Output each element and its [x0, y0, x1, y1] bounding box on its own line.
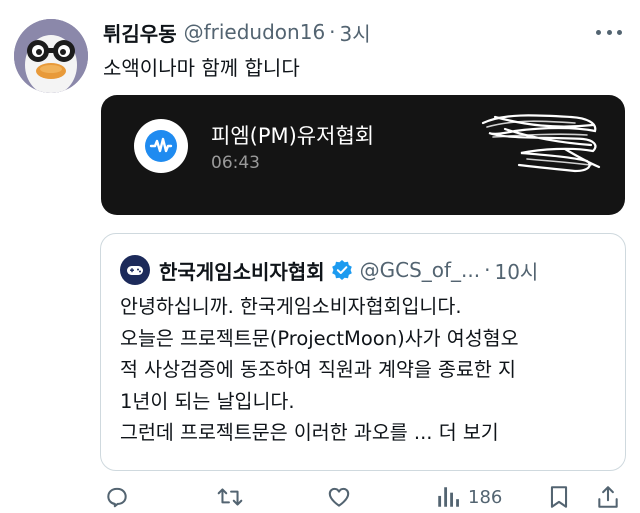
quoted-tweet-header: 한국게임소비자협회 @GCS_of_... · 10시: [159, 254, 538, 286]
more-options-icon[interactable]: [596, 22, 622, 42]
retweet-button[interactable]: [216, 484, 244, 510]
author-display-name[interactable]: 튀김우동: [103, 18, 177, 47]
notification-screenshot[interactable]: 피엠(PM)유저협회 06:43: [101, 95, 625, 215]
quoted-tweet-timestamp[interactable]: 10시: [494, 256, 538, 285]
quoted-author-handle[interactable]: @GCS_of_...: [360, 258, 481, 282]
tweet-timestamp[interactable]: 3시: [340, 18, 371, 47]
like-button[interactable]: [326, 484, 352, 510]
gamepad-logo-icon: [127, 266, 143, 275]
reply-icon: [107, 487, 127, 508]
quoted-text-line: 그런데 프로젝트문은 이러한 과오를: [120, 421, 408, 444]
author-handle[interactable]: @friedudon16: [184, 20, 326, 44]
app-icon: [134, 119, 188, 173]
tweet-header: 튀김우동 @friedudon16 · 3시: [103, 17, 371, 47]
tweet-text: 소액이나마 함께 합니다: [103, 56, 300, 80]
quoted-text-line: 오늘은 프로젝트문(ProjectMoon)사가 여성혐오: [120, 326, 519, 350]
quoted-tweet[interactable]: 한국게임소비자협회 @GCS_of_... · 10시 안녕하십니까. 한국게임…: [100, 233, 626, 471]
share-button[interactable]: [596, 484, 620, 510]
quoted-author-name[interactable]: 한국게임소비자협회: [159, 256, 325, 285]
bookmark-button[interactable]: [548, 484, 570, 510]
quoted-header-separator: ·: [484, 258, 491, 282]
share-icon: [598, 486, 618, 508]
quoted-text-line: 안녕하십니까. 한국게임소비자협회입니다.: [120, 295, 462, 318]
retweet-icon: [217, 488, 243, 506]
notification-title: 피엠(PM)유저협회: [211, 124, 375, 148]
show-more-link[interactable]: ... 더 보기: [414, 421, 499, 444]
notification-time: 06:43: [211, 153, 260, 173]
header-separator: ·: [329, 20, 336, 44]
heart-icon: [328, 487, 350, 507]
quoted-text-line: 1년이 되는 날입니다.: [120, 389, 295, 413]
duck-avatar-icon: [14, 19, 88, 93]
reply-button[interactable]: [104, 484, 130, 510]
waveform-icon: [149, 137, 173, 153]
quoted-text-line: 적 사상검증에 동조하여 직원과 계약을 종료한 지: [120, 358, 516, 381]
views-count: 186: [468, 486, 503, 508]
quoted-tweet-text: 안녕하십니까. 한국게임소비자협회입니다. 오늘은 프로젝트문(ProjectM…: [120, 291, 620, 449]
quoted-author-avatar[interactable]: [120, 255, 150, 285]
verified-badge-icon: [331, 260, 352, 280]
tweet-action-bar: 186: [0, 478, 640, 513]
bookmark-icon: [550, 486, 568, 508]
author-avatar[interactable]: [14, 19, 88, 93]
redaction-scribble: [481, 114, 601, 173]
views-icon: [438, 487, 459, 507]
views-button[interactable]: 186: [436, 484, 502, 510]
